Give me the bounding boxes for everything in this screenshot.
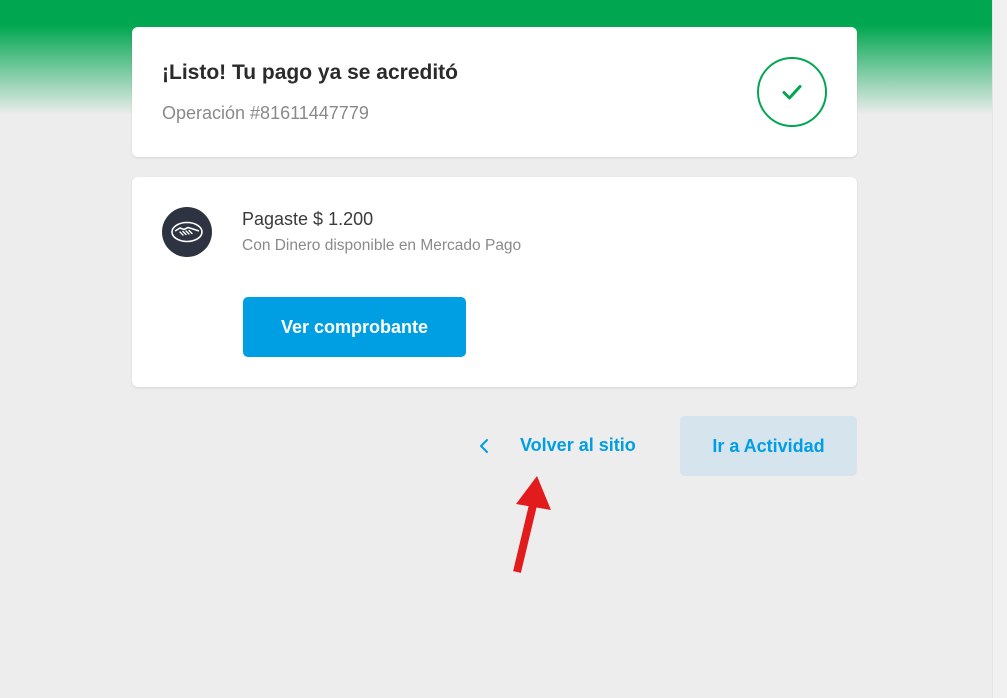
back-to-site-label: Volver al sitio	[520, 435, 636, 455]
payment-method: Con Dinero disponible en Mercado Pago	[242, 237, 522, 254]
success-badge	[757, 57, 827, 127]
chevron-left-icon	[480, 439, 488, 453]
mercadopago-logo	[162, 207, 212, 257]
handshake-icon	[171, 221, 203, 243]
check-icon	[782, 85, 802, 100]
payment-amount: Pagaste $ 1.200	[242, 209, 374, 229]
payment-detail-card: Pagaste $ 1.200 Con Dinero disponible en…	[132, 177, 857, 387]
page: ¡Listo! Tu pago ya se acreditó Operación…	[0, 0, 1007, 698]
view-receipt-button[interactable]: Ver comprobante	[243, 297, 466, 357]
red-arrow-icon	[513, 476, 551, 573]
payment-status-card: ¡Listo! Tu pago ya se acreditó Operación…	[132, 27, 857, 157]
status-title: ¡Listo! Tu pago ya se acreditó	[162, 61, 458, 84]
scrollbar[interactable]	[992, 0, 1007, 698]
go-to-activity-button[interactable]: Ir a Actividad	[680, 416, 857, 476]
operation-number: Operación #81611447779	[162, 103, 369, 123]
